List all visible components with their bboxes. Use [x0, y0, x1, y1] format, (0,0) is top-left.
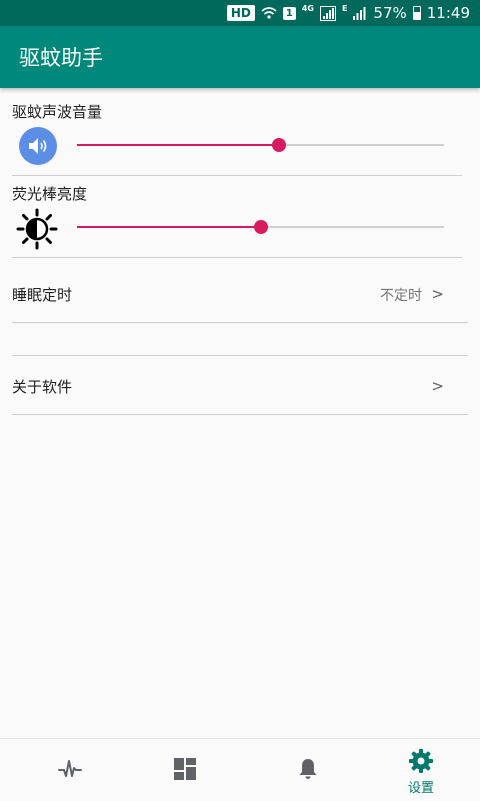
- volume-slider-fill: [77, 144, 279, 146]
- brightness-icon: [16, 208, 58, 250]
- nav-item-alerts[interactable]: [248, 739, 368, 801]
- nav-item-monitor[interactable]: [10, 739, 130, 801]
- clock: 11:49: [426, 4, 470, 22]
- status-bar: HD 1 4G E 57% 11:49: [0, 0, 480, 26]
- brightness-slider[interactable]: [77, 220, 444, 234]
- brightness-slider-fill: [77, 226, 261, 228]
- bell-icon: [299, 759, 317, 779]
- sim-badge: 1: [282, 6, 296, 20]
- pulse-icon: [58, 760, 82, 777]
- sleep-timer-row[interactable]: 睡眠定时 不定时 >: [0, 258, 480, 322]
- signal-icon: [319, 5, 336, 21]
- app-title: 驱蚊助手: [19, 46, 103, 70]
- divider: [12, 175, 462, 176]
- brightness-slider-thumb[interactable]: [253, 220, 268, 234]
- app-bar: 驱蚊助手: [0, 26, 480, 88]
- sleep-timer-value: 不定时: [380, 288, 422, 304]
- gear-icon: [409, 749, 433, 773]
- nav-label-settings: 设置: [407, 781, 434, 796]
- dashboard-icon: [174, 758, 196, 780]
- signal-icon-2: [353, 7, 366, 20]
- nav-item-dashboard[interactable]: [125, 739, 245, 801]
- chevron-right-icon: >: [431, 377, 444, 395]
- battery-percent: 57%: [373, 4, 407, 22]
- bottom-navigation: 设置: [0, 738, 480, 801]
- about-row[interactable]: 关于软件 >: [0, 356, 480, 414]
- hd-badge: HD: [226, 5, 255, 21]
- network-type-label-2: E: [341, 3, 348, 13]
- divider: [12, 414, 468, 415]
- brightness-label: 荧光棒亮度: [12, 185, 88, 203]
- nav-item-settings[interactable]: 设置: [361, 739, 480, 801]
- wifi-icon: [261, 7, 277, 19]
- volume-slider[interactable]: [77, 138, 444, 152]
- network-type-label: 4G: [301, 3, 314, 13]
- chevron-right-icon: >: [431, 285, 444, 303]
- sleep-timer-label: 睡眠定时: [12, 286, 73, 304]
- volume-label: 驱蚊声波音量: [12, 103, 103, 121]
- battery-icon: [412, 6, 421, 20]
- about-label: 关于软件: [12, 378, 73, 396]
- status-icons: HD 1 4G E 57% 11:49: [226, 0, 470, 26]
- speaker-icon: [19, 127, 57, 165]
- divider: [12, 322, 468, 323]
- volume-slider-thumb[interactable]: [271, 138, 286, 152]
